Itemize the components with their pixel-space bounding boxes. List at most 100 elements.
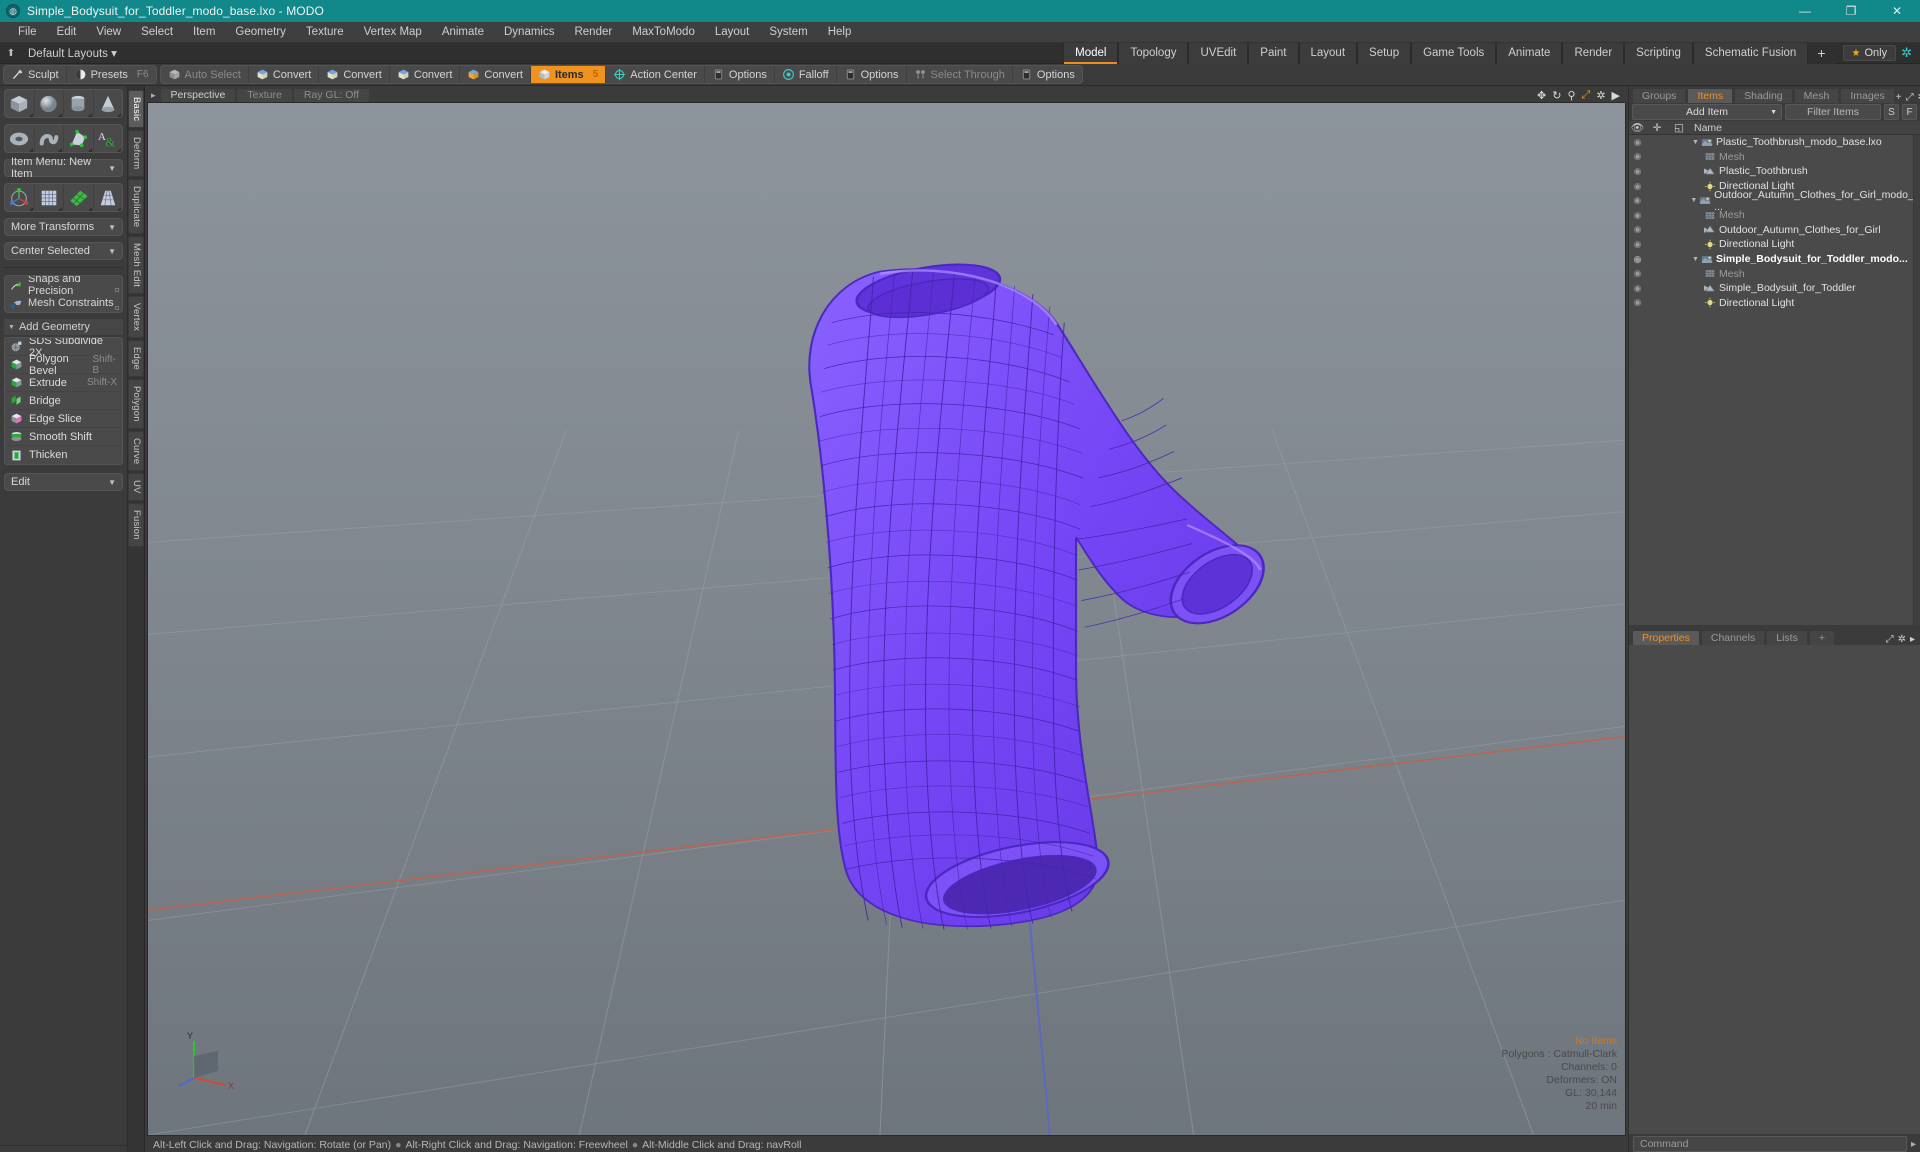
tab-uvedit[interactable]: UVEdit <box>1188 42 1249 64</box>
filter-f-button[interactable]: F <box>1902 104 1917 120</box>
vtab-polygon[interactable]: Polygon <box>128 379 144 429</box>
home-icon[interactable]: ⬆ <box>0 48 22 59</box>
menu-dynamics[interactable]: Dynamics <box>494 22 564 43</box>
eye-icon[interactable]: ◉ <box>1629 254 1646 265</box>
options-button-1[interactable]: Options <box>705 66 775 83</box>
transform-gizmo-icon[interactable] <box>5 184 35 211</box>
eye-icon[interactable]: ◉ <box>1629 210 1646 221</box>
rtab-groups[interactable]: Groups <box>1632 88 1687 103</box>
more-transforms-dropdown[interactable]: More Transforms ▼ <box>4 218 123 236</box>
menu-system[interactable]: System <box>759 22 817 43</box>
convert-button-1[interactable]: Convert <box>249 66 320 83</box>
convert-button-4[interactable]: Convert <box>460 66 531 83</box>
item-tree[interactable]: ◉ ▼ Plastic_Toothbrush_modo_base.lxo ◉ →… <box>1629 135 1920 625</box>
menu-edit[interactable]: Edit <box>47 22 87 43</box>
arrow-right-icon[interactable]: ▶ <box>1612 89 1620 102</box>
menu-select[interactable]: Select <box>131 22 183 43</box>
taper-icon[interactable] <box>94 184 123 211</box>
command-input[interactable]: Command <box>1633 1136 1907 1152</box>
menu-geometry[interactable]: Geometry <box>225 22 296 43</box>
eye-icon[interactable]: ◉ <box>1629 224 1646 235</box>
rtab-items[interactable]: Items <box>1687 88 1734 103</box>
action-center-button[interactable]: Action Center <box>606 66 705 83</box>
maximize-button[interactable]: ❐ <box>1828 0 1874 22</box>
add-tab-button[interactable]: + <box>1808 42 1835 64</box>
table-row[interactable]: ◉ Directional Light <box>1629 296 1920 311</box>
vtab-edge[interactable]: Edge <box>128 340 144 378</box>
snaps-and-precision-button[interactable]: Snaps and Precision <box>5 276 122 297</box>
cmd-icon[interactable]: ▸ <box>1911 1139 1916 1150</box>
viewport-tab-raygl[interactable]: Ray GL: Off <box>293 88 370 102</box>
convert-button-3[interactable]: Convert <box>390 66 461 83</box>
cylinder-icon[interactable] <box>64 90 94 117</box>
eye-icon[interactable]: ◉ <box>1629 195 1646 206</box>
cone-icon[interactable] <box>94 90 123 117</box>
text-icon[interactable]: A & <box>94 125 123 152</box>
default-layouts-dropdown[interactable]: Default Layouts ▾ <box>22 46 123 60</box>
eye-icon[interactable]: ◉ <box>1629 137 1646 148</box>
properties-panel[interactable] <box>1629 644 1920 1134</box>
tab-model[interactable]: Model <box>1063 42 1119 64</box>
tab-scripting[interactable]: Scripting <box>1624 42 1693 64</box>
falloff-button[interactable]: Falloff <box>775 66 837 83</box>
table-row[interactable]: ◉ ▶ Plastic_Toothbrush <box>1629 164 1920 179</box>
polygon-icon[interactable] <box>64 125 94 152</box>
table-row[interactable]: ◉ ▼ Simple_Bodysuit_for_Toddler_modo... <box>1629 252 1920 267</box>
tab-layout[interactable]: Layout <box>1298 42 1358 64</box>
menu-layout[interactable]: Layout <box>705 22 760 43</box>
arrow-icon[interactable]: ▸ <box>1910 634 1915 645</box>
table-row[interactable]: ◉ ▼ Plastic_Toothbrush_modo_base.lxo <box>1629 135 1920 150</box>
ptab-add[interactable]: + <box>1808 629 1835 645</box>
vtab-curve[interactable]: Curve <box>128 430 144 472</box>
vtab-vertex[interactable]: Vertex <box>128 296 144 339</box>
chevron-down-icon[interactable]: ▼ <box>1688 197 1699 204</box>
expand-icon[interactable]: ⤢ <box>1906 92 1914 103</box>
expand-icon[interactable]: ⤢ <box>1886 634 1894 645</box>
eye-icon[interactable]: ◉ <box>1629 268 1646 279</box>
snaps-options-handle[interactable] <box>115 288 119 292</box>
menu-view[interactable]: View <box>86 22 131 43</box>
eye-icon[interactable]: ◉ <box>1629 297 1646 308</box>
vtab-deform[interactable]: Deform <box>128 130 144 177</box>
edit-dropdown[interactable]: Edit ▼ <box>4 473 123 491</box>
sculpt-button[interactable]: Sculpt <box>4 66 67 83</box>
add-item-button[interactable]: Add Item ▼ <box>1632 104 1782 120</box>
menu-help[interactable]: Help <box>818 22 862 43</box>
vtab-fusion[interactable]: Fusion <box>128 502 144 547</box>
polygon-bevel-item[interactable]: Polygon Bevel Shift-B <box>5 353 122 377</box>
minimize-button[interactable]: — <box>1782 0 1828 22</box>
items-button[interactable]: Items 5 <box>530 66 607 83</box>
table-row[interactable]: ◉ ▶ Outdoor_Autumn_Clothes_for_Girl <box>1629 223 1920 238</box>
cube-icon[interactable] <box>5 90 35 117</box>
rtab-mesh[interactable]: Mesh ... <box>1793 88 1840 117</box>
bridge-item[interactable]: Bridge <box>5 392 122 410</box>
thicken-item[interactable]: Thicken <box>5 446 122 464</box>
rtab-images[interactable]: Images <box>1840 88 1895 103</box>
eye-icon[interactable]: 👁 <box>1629 121 1646 134</box>
menu-item[interactable]: Item <box>183 22 225 43</box>
eye-icon[interactable]: ◉ <box>1629 283 1646 294</box>
vtab-duplicate[interactable]: Duplicate <box>128 178 144 234</box>
smooth-shift-item[interactable]: Smooth Shift <box>5 428 122 446</box>
chevron-down-icon[interactable]: ▼ <box>1690 256 1701 263</box>
mesh-constraints-button[interactable]: Mesh Constraints <box>5 294 122 312</box>
tab-setup[interactable]: Setup <box>1357 42 1412 64</box>
vtab-basic[interactable]: Basic <box>128 90 144 129</box>
bend-icon[interactable] <box>64 184 94 211</box>
viewport-menu-icon[interactable]: ▸ <box>151 90 159 101</box>
options-button-3[interactable]: Options <box>1013 66 1082 83</box>
fit-icon[interactable]: ⤢ <box>1582 89 1591 102</box>
extrude-item[interactable]: Extrude Shift-X <box>5 374 122 392</box>
tab-render[interactable]: Render <box>1562 42 1625 64</box>
zoom-icon[interactable]: ⚲ <box>1567 89 1575 102</box>
add-tab-icon[interactable]: + <box>1896 92 1902 103</box>
gear-icon[interactable]: ✲ <box>1596 89 1605 102</box>
table-row[interactable]: ◉ → Mesh <box>1629 150 1920 165</box>
eye-icon[interactable]: ◉ <box>1629 151 1646 162</box>
center-selected-dropdown[interactable]: Center Selected ▼ <box>4 242 123 260</box>
filter-s-button[interactable]: S <box>1884 104 1899 120</box>
mesh-constraints-options-handle[interactable] <box>115 306 119 310</box>
auto-select-button[interactable]: Auto Select <box>161 66 249 83</box>
torus-icon[interactable] <box>5 125 35 152</box>
viewport-3d[interactable]: Y X No Items Polygons : Catmull-Clark Ch… <box>147 102 1626 1136</box>
